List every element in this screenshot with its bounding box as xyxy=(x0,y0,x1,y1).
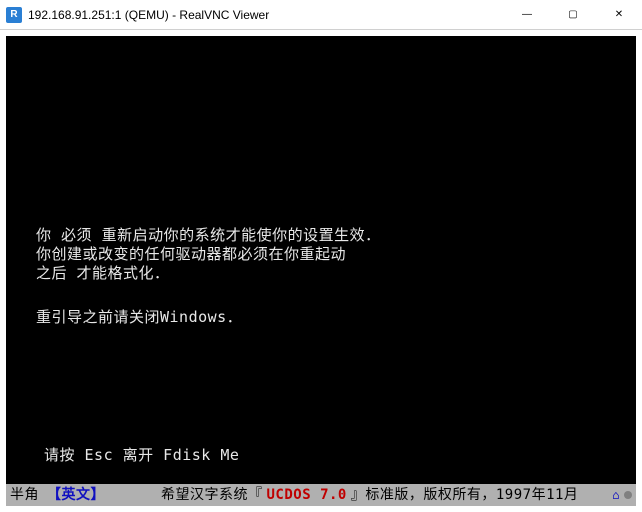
indicator-dot-icon xyxy=(624,491,632,499)
msg-line-4: 重引导之前请关闭Windows． xyxy=(36,308,242,326)
copyright-text: 』标准版，版权所有，1997年11月 xyxy=(351,487,579,504)
window-title: 192.168.91.251:1 (QEMU) - RealVNC Viewer xyxy=(28,8,504,22)
console-frame: 你 必须 重新启动你的系统才能使你的设置生效． 你创建或改变的任何驱动器都必须在… xyxy=(0,30,642,512)
status-right: ⌂ xyxy=(612,488,632,502)
msg-line-1: 你 必须 重新启动你的系统才能使你的设置生效． xyxy=(36,226,381,244)
msg-line-2: 你创建或改变的任何驱动器都必须在你重起动 xyxy=(36,245,381,263)
maximize-button[interactable]: ▢ xyxy=(550,0,596,29)
language-indicator: 【英文】 xyxy=(41,487,111,504)
text-emphasis: 之后 xyxy=(36,264,67,282)
text-fragment: 才能格式化． xyxy=(67,264,170,282)
ucdos-status-bar: 半角 【英文】 希望汉字系统『UCDOS 7.0』标准版，版权所有，1997年1… xyxy=(6,484,636,506)
text-emphasis: 必须 xyxy=(61,226,92,244)
exit-prompt: 请按 Esc 离开 Fdisk Me xyxy=(44,446,239,464)
close-button[interactable]: ✕ xyxy=(596,0,642,29)
fdisk-message: 你 必须 重新启动你的系统才能使你的设置生效． 你创建或改变的任何驱动器都必须在… xyxy=(36,226,381,283)
text-fragment: 重新启动你的系统才能使你的设置生效． xyxy=(92,226,381,244)
realvnc-icon: R xyxy=(6,7,22,23)
dos-console[interactable]: 你 必须 重新启动你的系统才能使你的设置生效． 你创建或改变的任何驱动器都必须在… xyxy=(6,36,636,506)
product-name: UCDOS 7.0 xyxy=(263,487,351,504)
fdisk-message-2: 重引导之前请关闭Windows． xyxy=(36,308,242,327)
window-titlebar: R 192.168.91.251:1 (QEMU) - RealVNC View… xyxy=(0,0,642,30)
msg-line-3: 之后 才能格式化． xyxy=(36,264,381,282)
home-icon: ⌂ xyxy=(612,488,620,502)
window-controls: — ▢ ✕ xyxy=(504,0,642,29)
minimize-button[interactable]: — xyxy=(504,0,550,29)
text-fragment: 你 xyxy=(36,226,61,244)
input-mode: 半角 xyxy=(10,487,39,504)
system-label: 希望汉字系统『 xyxy=(161,487,263,504)
